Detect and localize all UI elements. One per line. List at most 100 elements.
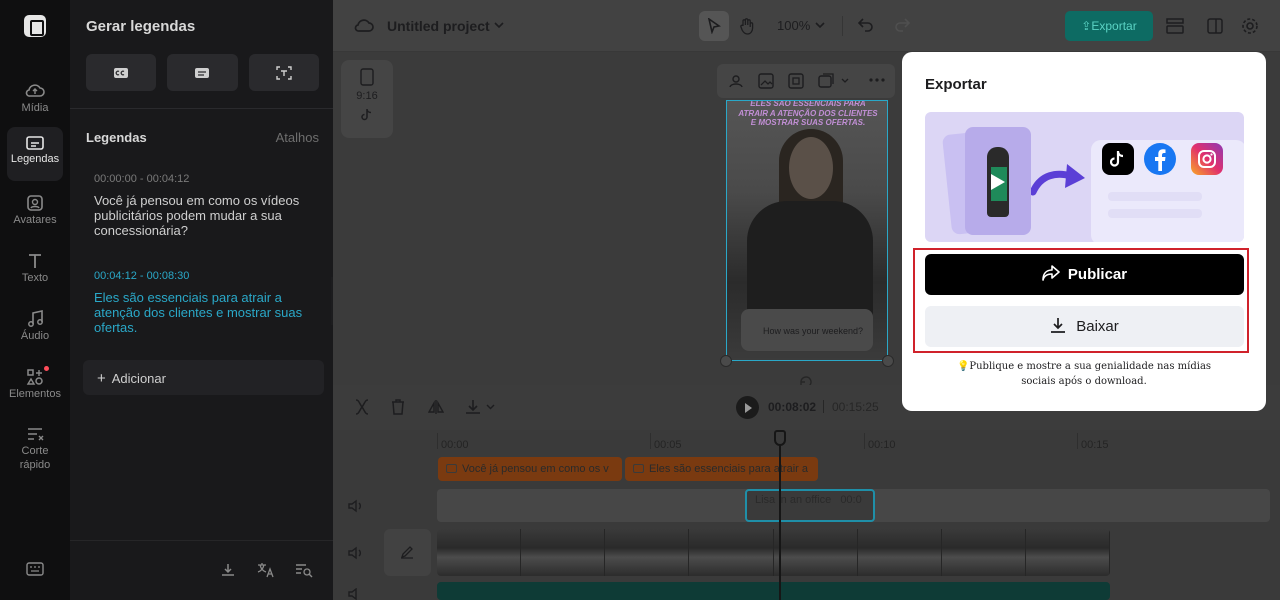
export-label: Exportar <box>1091 19 1137 33</box>
rail-label: Elementos <box>9 388 61 400</box>
caption-item[interactable]: 00:00:00 - 00:04:12 Você já pensou em co… <box>94 172 314 238</box>
ruler-label: 00:10 <box>868 439 896 451</box>
rail-label: Áudio <box>20 330 50 342</box>
upload-icon: ⇪ <box>1081 19 1092 33</box>
media-icon[interactable] <box>818 73 834 89</box>
chevron-down-icon[interactable] <box>494 22 504 29</box>
person-icon[interactable] <box>728 74 744 88</box>
ruler-tick <box>650 433 651 449</box>
avatar-clip-time: 00:0 <box>840 494 862 506</box>
crop-icon[interactable] <box>788 73 804 89</box>
undo-icon[interactable] <box>858 18 874 32</box>
split-icon[interactable] <box>355 399 369 415</box>
hand-icon[interactable] <box>738 17 756 35</box>
divider <box>70 540 333 541</box>
avatar-body <box>747 201 873 321</box>
volume-icon[interactable] <box>348 499 364 513</box>
tiktok-icon <box>361 108 372 121</box>
zoom-level[interactable]: 100% <box>777 18 810 33</box>
divider <box>823 400 824 413</box>
rail-label: Avatares <box>13 214 57 226</box>
rail-item-elements[interactable]: Elementos <box>7 360 63 414</box>
divider <box>70 108 333 109</box>
highlight-box <box>913 248 1249 353</box>
find-replace-icon[interactable] <box>295 562 313 578</box>
chevron-down-icon[interactable] <box>841 78 849 83</box>
lightbulb-icon: 💡 <box>956 361 970 372</box>
caption-style-buttons <box>86 54 319 91</box>
ruler-label: 00:00 <box>441 439 469 451</box>
rail-item-media[interactable]: Mídia <box>7 74 63 128</box>
playhead-handle[interactable] <box>774 430 786 446</box>
rail-item-captions[interactable]: Legendas <box>7 127 63 181</box>
left-rail: Mídia Legendas Avatares Texto Áudio Elem… <box>0 0 70 600</box>
volume-icon[interactable] <box>348 546 364 560</box>
edit-track-button[interactable] <box>384 529 431 576</box>
avatar-clip-label: Lisa in an office <box>755 494 832 506</box>
aspect-ratio-card[interactable]: 9:16 <box>341 60 393 138</box>
select-tool-button[interactable] <box>699 11 729 41</box>
audio-track[interactable] <box>437 582 1110 600</box>
chat-text: How was your weekend? <box>763 326 864 336</box>
volume-icon[interactable] <box>348 588 364 600</box>
video-frame <box>605 529 690 576</box>
text-icon <box>29 254 41 268</box>
flip-icon[interactable] <box>428 399 444 415</box>
translate-icon[interactable] <box>257 562 275 578</box>
caption-clip[interactable]: Eles são essenciais para atrair a <box>625 457 818 481</box>
video-track[interactable] <box>437 529 1110 576</box>
stack-icon[interactable] <box>1166 18 1184 34</box>
project-name[interactable]: Untitled project <box>387 18 490 34</box>
video-frame <box>941 529 1026 576</box>
style-button-subtitle[interactable] <box>167 54 238 91</box>
play-button[interactable] <box>736 396 759 419</box>
more-icon[interactable] <box>869 78 885 82</box>
avatar-icon <box>27 195 43 211</box>
panel-title: Gerar legendas <box>86 18 196 35</box>
export-button[interactable]: ⇪Exportar <box>1065 11 1153 41</box>
resize-handle[interactable] <box>882 355 894 367</box>
download-captions-icon[interactable] <box>220 562 236 578</box>
rail-item-avatars[interactable]: Avatares <box>7 186 63 240</box>
style-button-cc[interactable] <box>86 54 157 91</box>
chevron-down-icon[interactable] <box>486 404 495 410</box>
export-hint: 💡Publique e mostre a sua genialidade nas… <box>939 359 1229 389</box>
delete-icon[interactable] <box>391 399 405 415</box>
download-icon[interactable] <box>465 399 481 415</box>
caption-clip[interactable]: Você já pensou em como os v <box>438 457 622 481</box>
notification-dot <box>44 366 49 371</box>
total-time: 00:15:25 <box>832 400 879 414</box>
phone-icon <box>360 68 374 86</box>
caption-clip-icon <box>633 464 644 473</box>
caption-time: 00:04:12 - 00:08:30 <box>94 270 190 282</box>
shortcuts-link[interactable]: Atalhos <box>276 130 319 145</box>
keyboard-icon[interactable] <box>26 562 44 576</box>
app-logo-icon[interactable] <box>24 15 46 37</box>
rail-item-quick-cut[interactable]: Corte rápido <box>7 418 63 480</box>
layout-panel-icon[interactable] <box>1207 18 1223 34</box>
video-frame <box>857 529 942 576</box>
resize-handle[interactable] <box>720 355 732 367</box>
quick-cut-icon <box>28 428 44 441</box>
ruler-label: 00:05 <box>654 439 682 451</box>
cloud-sync-icon[interactable] <box>354 17 374 33</box>
settings-icon[interactable] <box>1241 17 1259 35</box>
tiktok-glyph <box>1110 150 1124 167</box>
caption-text[interactable]: Você já pensou em como os vídeos publici… <box>94 193 314 238</box>
redo-icon[interactable] <box>894 18 910 32</box>
caption-item-selected[interactable]: 00:04:12 - 00:08:30 Eles são essenciais … <box>94 269 314 335</box>
caption-text[interactable]: Eles são essenciais para atrair a atençã… <box>94 290 314 335</box>
add-caption-button[interactable]: + Adicionar <box>83 360 324 395</box>
style-button-auto[interactable] <box>248 54 319 91</box>
rail-item-audio[interactable]: Áudio <box>7 302 63 356</box>
rail-item-text[interactable]: Texto <box>7 244 63 298</box>
video-frame <box>437 529 522 576</box>
elements-icon <box>26 369 43 385</box>
replace-image-icon[interactable] <box>758 73 774 89</box>
avatar-clip[interactable]: Lisa in an office 00:0 <box>745 489 875 522</box>
context-toolbar <box>717 64 895 98</box>
playhead[interactable] <box>779 430 781 600</box>
instagram-glyph <box>1198 150 1216 168</box>
video-preview[interactable]: Eles são essenciais para atrair a atençã… <box>726 100 888 361</box>
chevron-down-icon[interactable] <box>815 22 825 29</box>
